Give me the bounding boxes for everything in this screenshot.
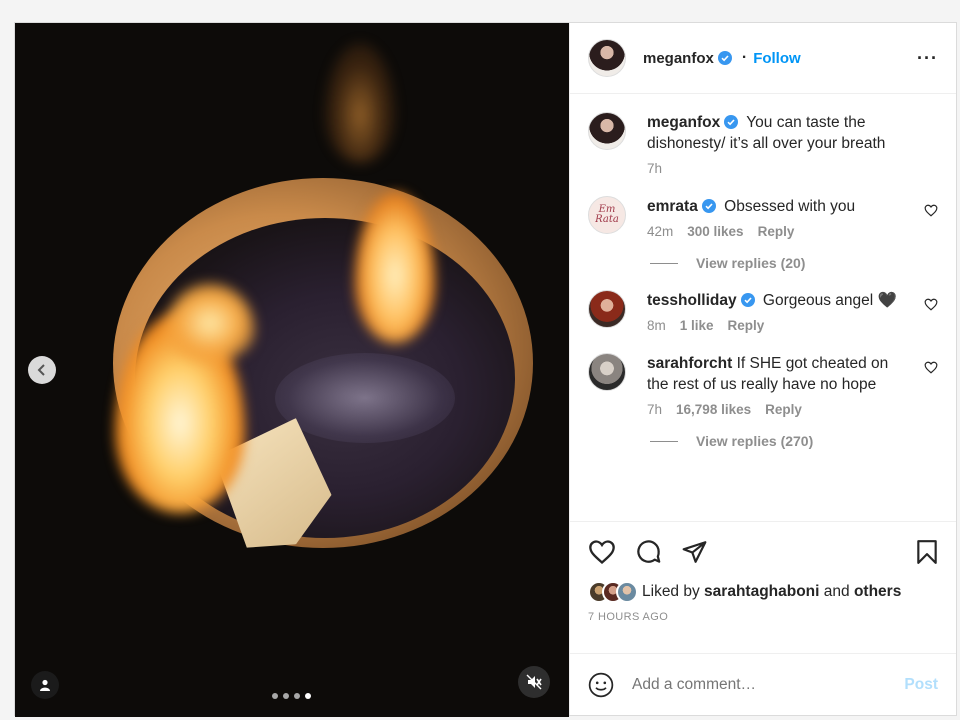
comment-meta: 8m 1 like Reply: [647, 318, 910, 333]
smoke: [325, 43, 395, 163]
commenter-avatar[interactable]: Em Rata: [588, 196, 626, 234]
liked-by-prefix: Liked by: [642, 583, 705, 600]
comment-input[interactable]: [632, 675, 905, 694]
post-container: meganfox · Follow ··· meganfox You can t…: [14, 22, 957, 717]
comment-like-heart-icon[interactable]: [924, 361, 938, 374]
comment-message: Obsessed with you: [719, 198, 856, 215]
post-actions: Liked by sarahtaghaboni and others 7 HOU…: [570, 521, 956, 653]
comment-like-heart-icon[interactable]: [924, 204, 938, 217]
carousel-dot: [283, 693, 289, 699]
tagged-users-button[interactable]: [31, 671, 59, 699]
emoji-icon[interactable]: [588, 672, 614, 698]
reply-button[interactable]: Reply: [765, 402, 802, 417]
follow-button[interactable]: Follow: [753, 50, 801, 67]
add-comment-bar: Post: [570, 653, 956, 715]
comment-body: emrata Obsessed with you 42m 300 likes R…: [647, 196, 938, 239]
caption-avatar[interactable]: [588, 112, 626, 150]
view-replies-label: View replies (20): [696, 255, 806, 271]
divider: [650, 262, 678, 264]
caption-time: 7h: [647, 161, 663, 176]
reply-button[interactable]: Reply: [728, 318, 765, 333]
view-replies-label: View replies (270): [696, 433, 814, 449]
verified-icon: [740, 293, 755, 307]
comment-likes[interactable]: 1 like: [680, 318, 714, 333]
caption-username[interactable]: meganfox: [647, 114, 720, 131]
post-header: meganfox · Follow ···: [570, 23, 956, 94]
comment-text: emrata Obsessed with you: [647, 196, 910, 217]
commenter-avatar[interactable]: [588, 290, 626, 328]
carousel-dot-active: [305, 693, 311, 699]
comment-meta: 7h 16,798 likes Reply: [647, 402, 910, 417]
caption-meta: 7h: [647, 161, 928, 176]
ash: [275, 353, 455, 443]
share-icon[interactable]: [681, 539, 708, 565]
caption-body: meganfox You can taste the dishonesty/ i…: [647, 112, 938, 176]
comment-icon[interactable]: [635, 538, 662, 565]
post-media[interactable]: [15, 23, 569, 717]
carousel-dot: [272, 693, 278, 699]
view-replies-button[interactable]: View replies (270): [650, 433, 938, 449]
mute-icon: [526, 674, 542, 690]
comment-item: Em Rata emrata Obsessed with you 42m 300…: [588, 196, 938, 239]
comment-meta: 42m 300 likes Reply: [647, 224, 910, 239]
comment-username[interactable]: tessholliday: [647, 292, 737, 309]
liker-avatar[interactable]: [616, 581, 638, 603]
avatar-text: Rata: [595, 214, 619, 225]
caption-text: meganfox You can taste the dishonesty/ i…: [647, 112, 928, 154]
divider: [650, 440, 678, 442]
carousel-dot: [294, 693, 300, 699]
comment-likes[interactable]: 16,798 likes: [676, 402, 751, 417]
comment-username[interactable]: sarahforcht: [647, 355, 732, 372]
caption: meganfox You can taste the dishonesty/ i…: [588, 112, 938, 176]
comment-message: Gorgeous angel 🖤: [758, 292, 897, 309]
verified-icon: [701, 199, 716, 213]
action-icons-row: [588, 538, 938, 565]
comment-likes[interactable]: 300 likes: [687, 224, 743, 239]
more-icon[interactable]: ···: [917, 48, 938, 69]
comment-body: sarahforcht If SHE got cheated on the re…: [647, 353, 938, 417]
liked-by: Liked by sarahtaghaboni and others: [588, 581, 938, 603]
bookmark-icon[interactable]: [916, 539, 938, 565]
commenter-avatar[interactable]: [588, 353, 626, 391]
comments-list[interactable]: meganfox You can taste the dishonesty/ i…: [570, 94, 956, 521]
post-time[interactable]: 7 HOURS AGO: [588, 611, 938, 623]
reply-button[interactable]: Reply: [758, 224, 795, 239]
comment-body: tessholliday Gorgeous angel 🖤 8m 1 like …: [647, 290, 938, 333]
comment-time: 8m: [647, 318, 666, 333]
post-comment-button[interactable]: Post: [904, 676, 938, 694]
carousel-indicator: [272, 693, 311, 699]
liked-by-middle: and: [819, 583, 854, 600]
comment-username[interactable]: emrata: [647, 198, 698, 215]
verified-icon: [717, 51, 732, 65]
heart-icon[interactable]: [588, 539, 616, 565]
mute-toggle-button[interactable]: [518, 666, 550, 698]
separator: ·: [741, 49, 748, 66]
author-avatar[interactable]: [588, 39, 626, 77]
comment-time: 7h: [647, 402, 663, 417]
verified-icon: [724, 115, 739, 129]
liked-by-others[interactable]: others: [854, 583, 901, 601]
comment-text: sarahforcht If SHE got cheated on the re…: [647, 353, 910, 395]
chevron-left-icon: [37, 364, 45, 376]
liked-by-avatars: [588, 581, 638, 603]
comment-time: 42m: [647, 224, 674, 239]
comment-item: tessholliday Gorgeous angel 🖤 8m 1 like …: [588, 290, 938, 333]
liked-by-user[interactable]: sarahtaghaboni: [704, 583, 819, 601]
previous-slide-button[interactable]: [28, 356, 56, 384]
author-username[interactable]: meganfox: [643, 50, 714, 67]
comment-item: sarahforcht If SHE got cheated on the re…: [588, 353, 938, 417]
comment-like-heart-icon[interactable]: [924, 298, 938, 311]
view-replies-button[interactable]: View replies (20): [650, 255, 938, 271]
post-side-panel: meganfox · Follow ··· meganfox You can t…: [569, 23, 956, 715]
user-tag-icon: [40, 679, 50, 691]
comment-text: tessholliday Gorgeous angel 🖤: [647, 290, 910, 311]
